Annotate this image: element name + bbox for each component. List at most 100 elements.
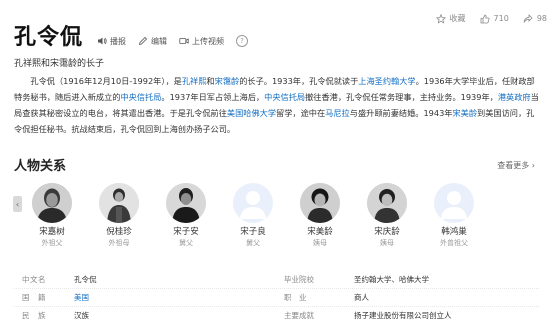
relations-section-title: 人物关系 <box>14 159 67 174</box>
carousel-prev-button[interactable]: ‹ <box>13 196 22 212</box>
avatar <box>300 183 340 223</box>
portrait-photo <box>300 183 340 223</box>
relation-name: 宋子良 <box>240 227 266 237</box>
relation-name: 宋子安 <box>173 227 199 237</box>
info-key: 主要成就 <box>284 311 314 320</box>
info-key: 民 族 <box>22 311 46 320</box>
info-row: 民 族 汉族 主要成就 扬子建业股份有限公司创立人 <box>14 307 539 323</box>
user-placeholder-icon <box>240 191 266 219</box>
portrait-photo <box>166 183 206 223</box>
see-more-link[interactable]: 查看更多 › <box>497 160 535 171</box>
avatar-placeholder <box>434 183 474 223</box>
relation-type: 舅父 <box>179 239 193 247</box>
info-value: 扬子建业股份有限公司创立人 <box>354 311 452 320</box>
top-action-bar: 收藏 710 98 <box>435 13 547 24</box>
relation-name: 韩鸿巢 <box>441 227 467 237</box>
page: 收藏 710 98 孔令侃 播报 编辑 上传视频 ? 孔祥熙和宋霭龄的长子 孔令… <box>0 0 553 323</box>
relation-card[interactable]: 宋美龄 姨母 <box>295 183 345 248</box>
info-value-link[interactable]: 美国 <box>74 292 284 303</box>
avatar <box>99 183 139 223</box>
upload-video-button[interactable]: 上传视频 <box>179 36 224 47</box>
relation-type: 姨母 <box>313 239 327 247</box>
relations-carousel: 宋嘉树 外祖父 倪桂珍 外祖母 宋子安 舅父 宋子良 舅父 宋美龄 姨母 宋庆龄… <box>27 183 479 248</box>
link-manila[interactable]: 马尼拉 <box>325 108 350 118</box>
pencil-icon <box>138 36 148 46</box>
help-icon[interactable]: ? <box>236 35 249 47</box>
relation-type: 姨母 <box>380 239 394 247</box>
relation-card[interactable]: 倪桂珍 外祖母 <box>94 183 144 248</box>
intro-text-5: 。1937年日军占领上海后， <box>161 92 265 102</box>
intro-text-3: 的长子。1933年，孔令侃就读于 <box>239 76 359 86</box>
relation-name: 宋美龄 <box>307 227 333 237</box>
share-count: 98 <box>536 14 547 23</box>
edit-label: 编辑 <box>151 36 168 46</box>
relation-card[interactable]: 宋子良 舅父 <box>228 183 278 248</box>
link-central-trust-2[interactable]: 中央信托局 <box>264 92 305 102</box>
page-title: 孔令侃 <box>14 25 84 50</box>
relation-type: 外曾祖父 <box>440 239 468 247</box>
intro-text-9: 与盛升颐前妻结婚。1943年 <box>349 108 453 118</box>
intro-text-8: 留学，途中在 <box>276 108 326 118</box>
avatar <box>32 183 72 223</box>
chevron-right-icon: › <box>531 161 535 170</box>
portrait-photo <box>99 183 139 223</box>
play-button[interactable]: 播报 <box>97 36 126 47</box>
edit-button[interactable]: 编辑 <box>138 36 167 47</box>
intro-text-6: 撤往香港，孔令侃任常务理事，主持业务。1939年， <box>305 92 498 102</box>
relation-card[interactable]: 宋庆龄 姨母 <box>362 183 412 248</box>
link-central-trust-1[interactable]: 中央信托局 <box>120 92 161 102</box>
collect-button[interactable]: 收藏 <box>435 13 466 24</box>
link-song-meiling[interactable]: 宋美龄 <box>452 108 477 118</box>
share-icon <box>523 13 533 23</box>
info-value: 孔令侃 <box>74 275 97 284</box>
link-kong-xiangxi[interactable]: 孔祥熙 <box>182 76 207 86</box>
info-key: 中文名 <box>22 275 46 284</box>
relation-name: 倪桂珍 <box>106 227 132 237</box>
chevron-left-icon: ‹ <box>15 199 20 209</box>
thumbs-up-icon <box>480 14 490 23</box>
intro-text-2: 和 <box>206 76 215 86</box>
info-value: 圣约翰大学、哈佛大学 <box>354 275 429 284</box>
share-button[interactable]: 98 <box>523 13 547 24</box>
intro-paragraph: 孔令侃（1916年12月10日-1992年），是孔祥熙和宋霭龄的长子。1933年… <box>14 73 542 137</box>
relation-card[interactable]: 宋嘉树 外祖父 <box>27 183 77 248</box>
link-hk-government[interactable]: 港英政府 <box>498 92 531 102</box>
avatar <box>166 183 206 223</box>
link-song-ailing[interactable]: 宋霭龄 <box>215 76 240 86</box>
avatar-placeholder <box>233 183 273 223</box>
relation-name: 宋嘉树 <box>39 227 65 237</box>
link-harvard[interactable]: 美国哈佛大学 <box>227 108 276 118</box>
info-key: 国 籍 <box>22 293 46 302</box>
relation-type: 外祖母 <box>108 239 130 247</box>
relation-type: 舅父 <box>246 239 260 247</box>
portrait-photo <box>32 183 72 223</box>
play-label: 播报 <box>110 36 127 46</box>
title-actions: 播报 编辑 上传视频 ? <box>97 35 249 47</box>
collect-label: 收藏 <box>449 14 466 23</box>
basic-info-table: 中文名 孔令侃 毕业院校 圣约翰大学、哈佛大学 国 籍 美国 职 业 商人 民 … <box>14 271 539 323</box>
like-button[interactable]: 710 <box>480 14 509 24</box>
relation-name: 宋庆龄 <box>374 227 400 237</box>
title-row: 孔令侃 播报 编辑 上传视频 ? <box>14 25 249 51</box>
info-key: 毕业院校 <box>284 275 314 284</box>
video-camera-icon <box>179 38 189 44</box>
info-value: 商人 <box>354 293 369 302</box>
portrait-photo <box>367 183 407 223</box>
info-row: 中文名 孔令侃 毕业院校 圣约翰大学、哈佛大学 <box>14 271 539 289</box>
intro-text-1: 孔令侃（1916年12月10日-1992年），是 <box>30 76 182 86</box>
link-st-johns-university[interactable]: 上海圣约翰大学 <box>358 76 415 86</box>
info-row: 国 籍 美国 职 业 商人 <box>14 289 539 307</box>
relation-type: 外祖父 <box>41 239 63 247</box>
upload-video-label: 上传视频 <box>192 36 225 46</box>
info-value: 汉族 <box>74 311 89 320</box>
info-key: 职 业 <box>284 293 307 302</box>
speaker-icon <box>98 37 107 45</box>
star-icon <box>435 13 446 24</box>
like-count: 710 <box>493 14 509 23</box>
user-placeholder-icon <box>441 191 467 219</box>
relation-card[interactable]: 韩鸿巢 外曾祖父 <box>429 183 479 248</box>
page-subtitle: 孔祥熙和宋霭龄的长子 <box>14 59 105 69</box>
see-more-label: 查看更多 <box>497 161 530 170</box>
avatar <box>367 183 407 223</box>
relation-card[interactable]: 宋子安 舅父 <box>161 183 211 248</box>
